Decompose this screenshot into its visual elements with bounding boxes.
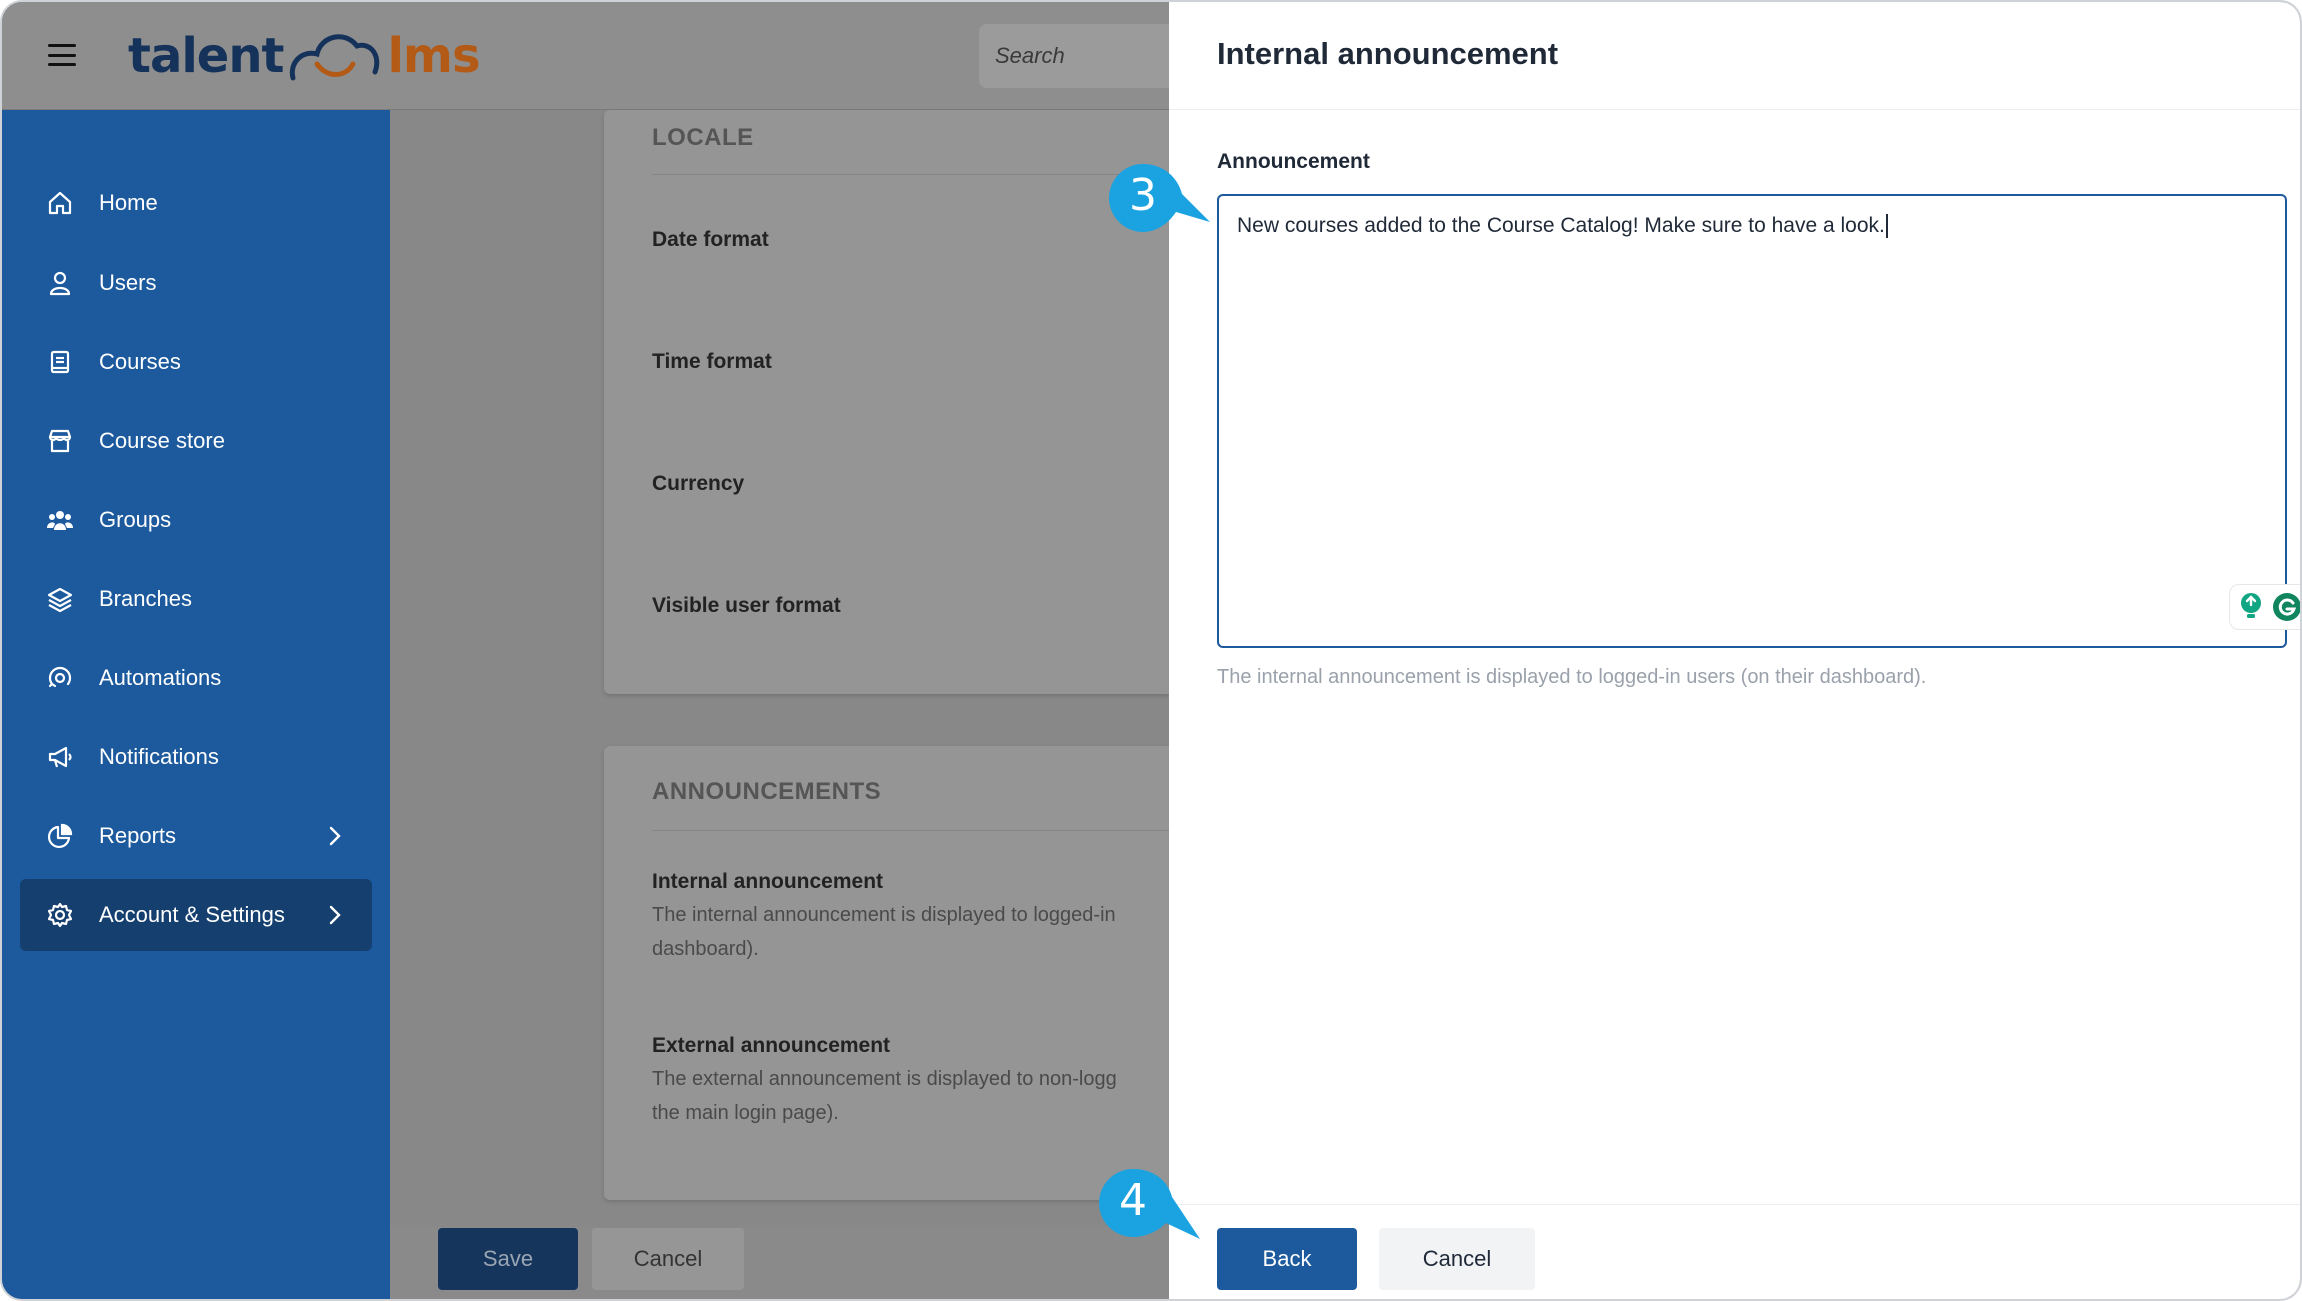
main-content-overlay: LOCALE Date format Time format Currency …	[390, 110, 1169, 1299]
sidebar-item-users[interactable]: Users	[20, 247, 372, 319]
announcement-text: New courses added to the Course Catalog!…	[1237, 214, 1885, 237]
external-announcement-desc: The external announcement is displayed t…	[652, 1068, 1117, 1090]
internal-announcement-panel: Internal announcement Announcement New c…	[1169, 2, 2300, 1299]
sidebar-item-account-settings[interactable]: Account & Settings	[20, 879, 372, 951]
panel-cancel-button[interactable]: Cancel	[1379, 1228, 1535, 1290]
visible-user-format-label: Visible user format	[652, 594, 841, 617]
layers-icon	[46, 585, 74, 613]
panel-header: Internal announcement	[1169, 2, 2300, 110]
locale-card: LOCALE Date format Time format Currency …	[604, 110, 1169, 694]
logo-text-lms: lms	[387, 28, 480, 84]
search-input[interactable]: Search	[979, 24, 1169, 88]
sidebar-item-course-store[interactable]: Course store	[20, 405, 372, 477]
sidebar-item-notifications[interactable]: Notifications	[20, 721, 372, 793]
panel-title: Internal announcement	[1217, 36, 1559, 71]
gear-icon	[46, 901, 74, 929]
store-icon	[46, 427, 74, 455]
sidebar-item-label: Account & Settings	[99, 902, 285, 927]
grammarly-widget[interactable]	[2229, 584, 2302, 630]
sidebar: Home Users Courses Course store Groups B…	[2, 110, 390, 1299]
save-button[interactable]: Save	[438, 1228, 578, 1290]
sidebar-item-reports[interactable]: Reports	[20, 800, 372, 872]
text-caret	[1885, 214, 1888, 239]
divider	[652, 830, 1169, 831]
sidebar-item-label: Reports	[99, 823, 177, 848]
date-format-label: Date format	[652, 228, 769, 251]
user-icon	[46, 269, 74, 297]
announcements-card: ANNOUNCEMENTS Internal announcement The …	[604, 746, 1169, 1200]
internal-announcement-label[interactable]: Internal announcement	[652, 870, 883, 894]
lightbulb-icon[interactable]	[2238, 592, 2264, 622]
announcement-help-text: The internal announcement is displayed t…	[1217, 666, 1927, 688]
sidebar-item-label: Branches	[99, 586, 192, 611]
sidebar-item-label: Automations	[99, 665, 222, 690]
sidebar-item-branches[interactable]: Branches	[20, 563, 372, 635]
sidebar-item-label: Groups	[99, 507, 172, 532]
step-4-callout: 4	[1082, 1165, 1242, 1255]
sidebar-item-home[interactable]: Home	[20, 167, 372, 239]
app-window: talent lms Search Home Users Courses Cou…	[0, 0, 2302, 1301]
top-header: talent lms Search	[2, 2, 1169, 110]
cloud-logo-icon	[290, 34, 380, 81]
automation-icon	[46, 664, 74, 692]
sidebar-item-label: Courses	[99, 349, 181, 374]
sidebar-item-label: Notifications	[99, 744, 219, 769]
menu-hamburger-icon[interactable]	[48, 44, 76, 66]
sidebar-item-label: Users	[99, 270, 157, 295]
external-announcement-label[interactable]: External announcement	[652, 1034, 890, 1058]
step-4-number: 4	[1119, 1174, 1147, 1226]
currency-label: Currency	[652, 472, 745, 495]
home-icon	[46, 189, 74, 217]
announcement-textarea[interactable]: New courses added to the Course Catalog!…	[1217, 194, 2300, 648]
sidebar-item-automations[interactable]: Automations	[20, 642, 372, 714]
chevron-right-icon	[320, 901, 348, 929]
chevron-right-icon	[320, 822, 348, 850]
step-3-number: 3	[1129, 169, 1157, 221]
groups-icon	[46, 506, 74, 534]
cancel-button[interactable]: Cancel	[592, 1228, 744, 1290]
sidebar-item-label: Home	[99, 190, 158, 215]
megaphone-icon	[46, 743, 74, 771]
sidebar-item-courses[interactable]: Courses	[20, 326, 372, 398]
logo-text-talent: talent	[128, 28, 284, 84]
book-icon	[46, 348, 74, 376]
panel-footer-divider	[1169, 1204, 2300, 1205]
grammarly-icon[interactable]	[2272, 592, 2302, 622]
internal-announcement-desc: The internal announcement is displayed t…	[652, 904, 1116, 926]
announcements-section-title: ANNOUNCEMENTS	[652, 778, 882, 805]
external-announcement-desc-2: the main login page).	[652, 1102, 839, 1124]
sidebar-item-groups[interactable]: Groups	[20, 484, 372, 556]
pie-chart-icon	[46, 822, 74, 850]
talentlms-logo[interactable]: talent lms	[128, 24, 481, 88]
step-3-callout: 3	[1092, 150, 1252, 240]
locale-section-title: LOCALE	[652, 124, 754, 151]
sidebar-item-label: Course store	[99, 428, 225, 453]
internal-announcement-desc-2: dashboard).	[652, 938, 759, 960]
time-format-label: Time format	[652, 350, 772, 373]
